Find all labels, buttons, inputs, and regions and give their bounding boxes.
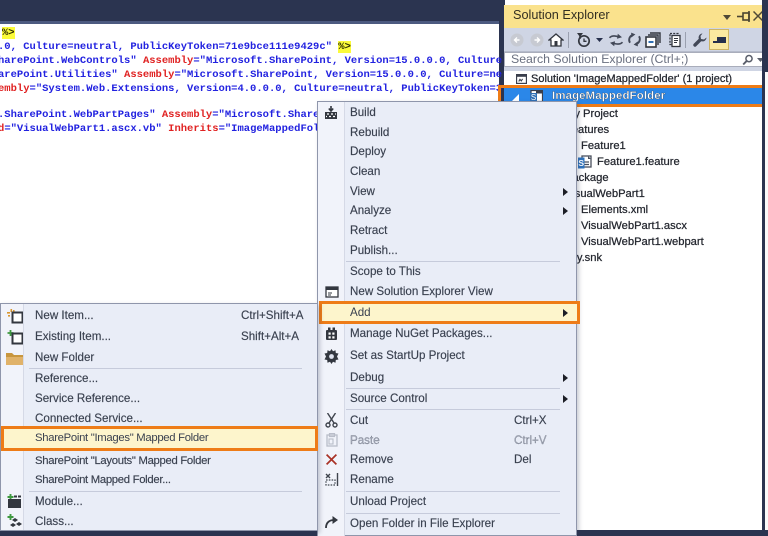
- svg-text:S: S: [578, 158, 584, 168]
